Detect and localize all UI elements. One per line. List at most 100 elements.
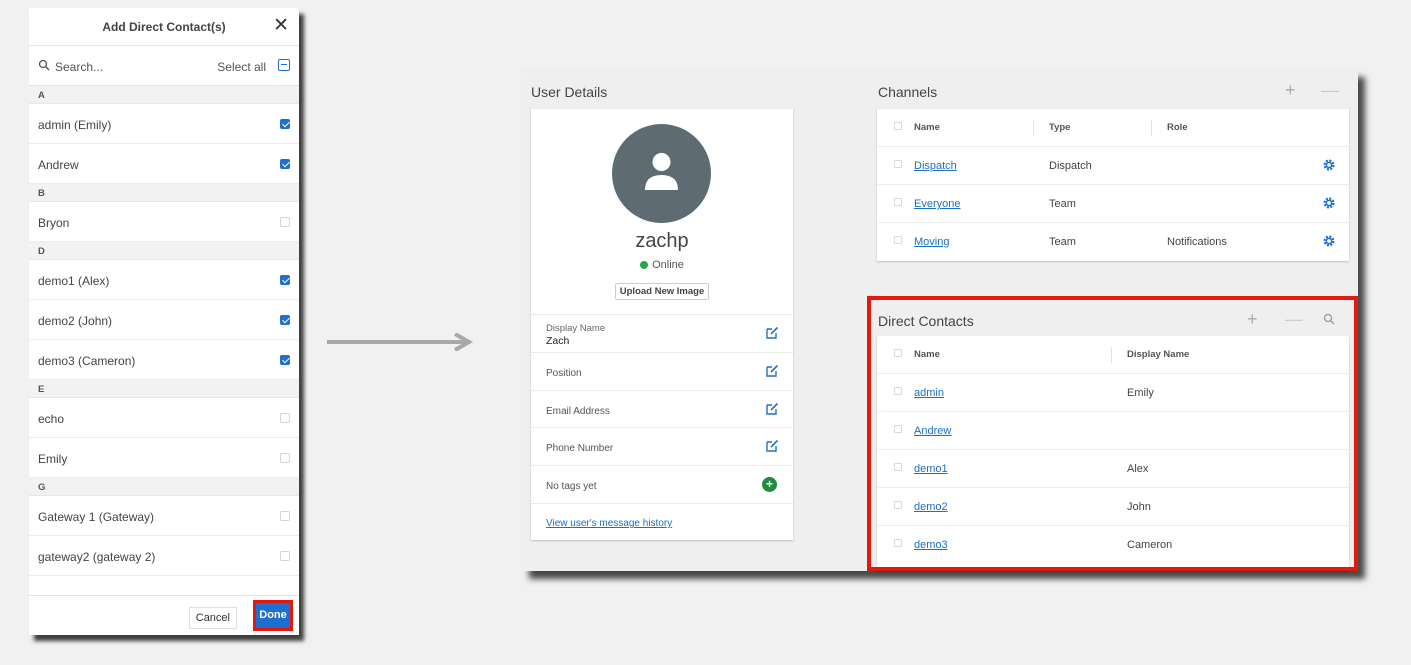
list-item-label: Andrew	[38, 158, 79, 172]
list-item[interactable]: Emily	[29, 438, 299, 478]
table-header: Name Display Name	[877, 336, 1349, 374]
edit-icon[interactable]	[765, 439, 779, 453]
plus-icon[interactable]: +	[1247, 310, 1258, 328]
checkbox[interactable]	[280, 275, 290, 285]
field-label: Position	[546, 368, 582, 379]
list-item[interactable]: echo	[29, 398, 299, 438]
column-divider	[1111, 347, 1112, 363]
search-icon[interactable]	[1323, 313, 1335, 325]
list-item[interactable]: demo3 (Cameron)	[29, 340, 299, 380]
list-item-label: gateway2 (gateway 2)	[38, 550, 156, 564]
list-item[interactable]: admin (Emily)	[29, 104, 299, 144]
minus-icon[interactable]: —	[1321, 81, 1339, 99]
table-row: Everyone Team	[877, 185, 1349, 223]
column-header: Name	[914, 349, 940, 360]
group-header: D	[29, 242, 299, 260]
list-item[interactable]: Bryon	[29, 202, 299, 242]
search-icon	[38, 59, 50, 71]
checkbox[interactable]	[280, 453, 290, 463]
channel-link[interactable]: Dispatch	[914, 160, 957, 172]
field-label: No tags yet	[546, 481, 597, 492]
list-item[interactable]: demo2 (John)	[29, 300, 299, 340]
table-cell: Cameron	[1127, 539, 1173, 551]
field-label: Email Address	[546, 406, 610, 417]
direct-contacts-title: Direct Contacts	[878, 313, 974, 329]
search-input[interactable]: Search...	[55, 60, 103, 74]
contact-link[interactable]: demo2	[914, 501, 948, 513]
edit-icon[interactable]	[765, 326, 779, 340]
group-header: B	[29, 184, 299, 202]
phone-field: Phone Number	[531, 427, 793, 465]
channel-link[interactable]: Moving	[914, 236, 949, 248]
minus-box-icon[interactable]	[278, 59, 290, 71]
checkbox[interactable]	[894, 425, 902, 433]
list-item-label: demo3 (Cameron)	[38, 354, 136, 368]
field-value: Zach	[546, 335, 570, 347]
table-row: admin Emily	[877, 374, 1349, 412]
edit-icon[interactable]	[765, 402, 779, 416]
checkbox[interactable]	[894, 236, 902, 244]
dialog-title: Add Direct Contact(s)	[102, 20, 226, 34]
display-name-field: Display Name Zach	[531, 314, 793, 352]
checkbox[interactable]	[894, 198, 902, 206]
group-header: A	[29, 86, 299, 104]
add-direct-contacts-dialog: Add Direct Contact(s) ✕ Search... Select…	[29, 8, 299, 635]
checkbox[interactable]	[280, 413, 290, 423]
edit-icon[interactable]	[765, 364, 779, 378]
select-all-label[interactable]: Select all	[217, 60, 266, 74]
contact-link[interactable]: demo1	[914, 463, 948, 475]
checkbox[interactable]	[894, 349, 902, 357]
list-item-label: Emily	[38, 452, 68, 466]
done-button[interactable]: Done	[256, 603, 290, 628]
avatar[interactable]	[612, 124, 711, 223]
upload-image-button[interactable]: Upload New Image	[615, 283, 709, 300]
gear-icon[interactable]	[1322, 234, 1336, 248]
table-cell: John	[1127, 501, 1151, 513]
checkbox[interactable]	[280, 315, 290, 325]
table-row: Moving Team Notifications	[877, 223, 1349, 261]
list-item[interactable]: Andrew	[29, 144, 299, 184]
checkbox[interactable]	[894, 122, 902, 130]
contact-list: A admin (Emily) Andrew B Bryon D demo1 (…	[29, 86, 299, 576]
checkbox[interactable]	[894, 501, 902, 509]
contact-link[interactable]: demo3	[914, 539, 948, 551]
checkbox[interactable]	[894, 160, 902, 168]
field-label: Phone Number	[546, 443, 614, 454]
cancel-button[interactable]: Cancel	[188, 607, 237, 629]
message-history-link[interactable]: View user's message history	[546, 518, 672, 529]
dialog-header: Add Direct Contact(s) ✕	[29, 8, 299, 46]
gear-icon[interactable]	[1322, 196, 1336, 210]
user-details-title: User Details	[531, 84, 608, 100]
list-item-label: Gateway 1 (Gateway)	[38, 510, 155, 524]
group-header: G	[29, 478, 299, 496]
close-icon[interactable]: ✕	[273, 15, 289, 37]
plus-icon[interactable]: +	[1285, 81, 1296, 99]
checkbox[interactable]	[894, 463, 902, 471]
user-icon	[645, 153, 678, 190]
checkbox[interactable]	[894, 539, 902, 547]
checkbox[interactable]	[894, 387, 902, 395]
contact-link[interactable]: admin	[914, 387, 944, 399]
add-tag-icon[interactable]: +	[762, 477, 777, 492]
minus-icon[interactable]: —	[1285, 310, 1303, 328]
checkbox[interactable]	[280, 119, 290, 129]
field-label: Display Name	[546, 323, 606, 334]
list-item-label: admin (Emily)	[38, 118, 112, 132]
contact-link[interactable]: Andrew	[914, 425, 951, 437]
list-item[interactable]: demo1 (Alex)	[29, 260, 299, 300]
list-item-label: echo	[38, 412, 65, 426]
column-header: Type	[1049, 122, 1071, 133]
checkbox[interactable]	[280, 355, 290, 365]
list-item-label: Bryon	[38, 216, 70, 230]
checkbox[interactable]	[280, 217, 290, 227]
direct-contacts-table: Name Display Name admin Emily Andrew dem…	[877, 336, 1349, 571]
checkbox[interactable]	[280, 551, 290, 561]
table-cell: Team	[1049, 198, 1076, 210]
checkbox[interactable]	[280, 159, 290, 169]
list-item[interactable]: Gateway 1 (Gateway)	[29, 496, 299, 536]
channel-link[interactable]: Everyone	[914, 198, 960, 210]
list-item[interactable]: gateway2 (gateway 2)	[29, 536, 299, 576]
gear-icon[interactable]	[1322, 158, 1336, 172]
checkbox[interactable]	[280, 511, 290, 521]
group-header: E	[29, 380, 299, 398]
